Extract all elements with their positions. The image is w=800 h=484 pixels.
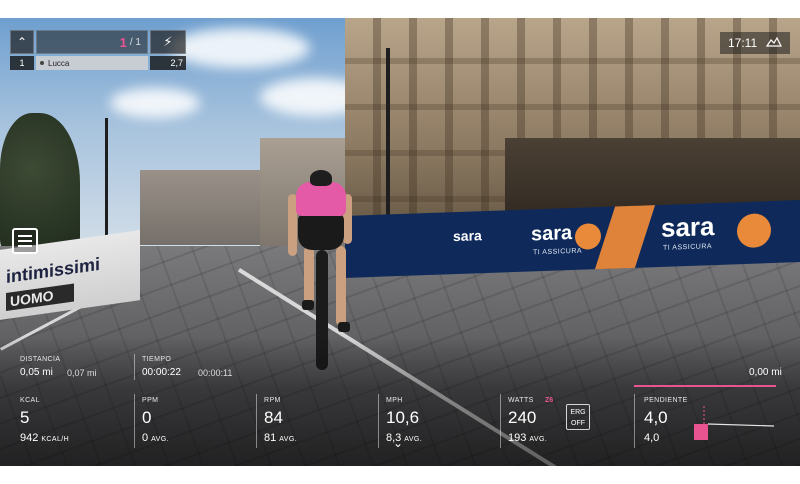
sponsor-logo-text: sara	[453, 227, 482, 245]
menu-icon-bar	[18, 245, 32, 247]
watts-avg-value: 193	[508, 432, 527, 444]
grade-value: 4,0	[644, 408, 668, 427]
speed-avg-unit: AVG.	[404, 436, 423, 443]
distant-building	[140, 170, 265, 245]
ppm-avg-unit: AVG.	[151, 436, 169, 443]
watts-label: WATTS	[508, 397, 534, 404]
speed-avg: 8,3 AVG.	[386, 432, 422, 444]
leaderboard-row: 1 Lucca 2,7	[10, 56, 186, 70]
cloud	[110, 88, 200, 118]
erg-toggle-button[interactable]: ERG OFF	[566, 404, 590, 430]
clock-panel: 17:11	[720, 32, 790, 54]
rider-pink-jersey	[296, 182, 346, 216]
route-progress-line	[634, 385, 776, 387]
chevron-up-icon[interactable]: ⌃	[10, 30, 34, 54]
erg-label: ERG	[570, 409, 586, 416]
rank-value: 1	[119, 34, 127, 50]
kcal-value: 5	[20, 408, 30, 427]
watts-avg: 193 AVG.	[508, 432, 547, 444]
grade-sub: 4,0	[644, 432, 660, 444]
divider	[134, 394, 135, 448]
rider-value: 2,7	[150, 56, 186, 70]
rider-dot-icon	[40, 61, 44, 65]
sponsor-tagline: TI ASSICURA	[533, 247, 583, 257]
divider	[634, 394, 635, 448]
ppm-avg-value: 0	[142, 432, 149, 444]
rpm-avg-unit: AVG.	[279, 436, 298, 443]
grade-label: PENDIENTE	[644, 397, 688, 404]
rpm-avg-value: 81	[264, 432, 277, 444]
distance-value: 0,05 mi	[20, 367, 53, 378]
chevron-down-icon[interactable]: ⌄	[393, 436, 403, 450]
rider-shorts	[298, 214, 344, 250]
rider-leg	[336, 246, 346, 326]
power-zone-badge: Z6	[545, 397, 554, 404]
watts-value: 240	[508, 408, 537, 427]
time-value: 00:00:22	[142, 367, 181, 378]
rpm-value: 84	[264, 408, 283, 427]
divider	[256, 394, 257, 448]
sponsor-logo-icon	[575, 223, 601, 250]
kcal-label: KCAL	[20, 397, 40, 404]
rider-name-cell: Lucca	[36, 56, 148, 70]
menu-icon-bar	[18, 240, 32, 242]
divider	[378, 394, 379, 448]
elevation-profile-graph	[694, 406, 774, 440]
ppm-avg: 0 AVG.	[142, 432, 169, 444]
time-other: 00:00:11	[198, 368, 233, 378]
ppm-value: 0	[142, 408, 152, 427]
distance-other: 0,07 mi	[67, 368, 97, 378]
rpm-label: RPM	[264, 397, 281, 404]
rpm-avg: 81 AVG.	[264, 432, 297, 444]
divider	[500, 394, 501, 448]
rider-leg	[304, 246, 314, 304]
kcal-rate: 942 KCAL/H	[20, 432, 69, 444]
barrier-brand-text: UOMO	[6, 283, 74, 311]
menu-icon-bar	[18, 235, 32, 237]
speed-label: MPH	[386, 397, 403, 404]
menu-button[interactable]	[12, 228, 38, 254]
barrier-stripe	[594, 205, 656, 270]
kcal-rate-unit: KCAL/H	[41, 436, 70, 443]
ppm-label: PPM	[142, 397, 159, 404]
kcal-rate-value: 942	[20, 432, 39, 444]
time-label: TIEMPO	[142, 356, 172, 363]
barrier-brand-text: intimissimi	[6, 253, 101, 287]
clock-time: 17:11	[728, 36, 758, 50]
erg-state: OFF	[571, 420, 585, 427]
rank-total: / 1	[129, 36, 141, 48]
sponsor-logo-text: sara	[531, 222, 573, 246]
divider	[134, 354, 135, 380]
cloud	[170, 28, 310, 68]
watts-avg-unit: AVG.	[529, 436, 548, 443]
sponsor-tagline: TI ASSICURA	[663, 243, 713, 252]
rider-name: Lucca	[48, 58, 70, 68]
rider-number: 1	[10, 56, 34, 70]
rider-helmet	[310, 170, 332, 186]
rider-shoe	[302, 300, 314, 310]
mountain-icon[interactable]	[765, 36, 782, 50]
lightning-icon[interactable]: ⚡︎	[150, 30, 186, 54]
current-rank: 1 / 1	[36, 30, 148, 54]
leaderboard-panel: ⌃ 1 / 1 ⚡︎ 1 Lucca 2,7	[10, 30, 186, 70]
street-lamp	[105, 118, 108, 248]
remaining-distance: 0,00 mi	[749, 367, 782, 378]
distance-label: DISTANCIA	[20, 356, 61, 363]
sponsor-logo-icon	[737, 213, 771, 249]
rider-shoe	[338, 322, 350, 332]
sponsor-logo-text: sara	[661, 211, 715, 243]
speed-value: 10,6	[386, 408, 420, 427]
street-lamp	[386, 48, 390, 218]
